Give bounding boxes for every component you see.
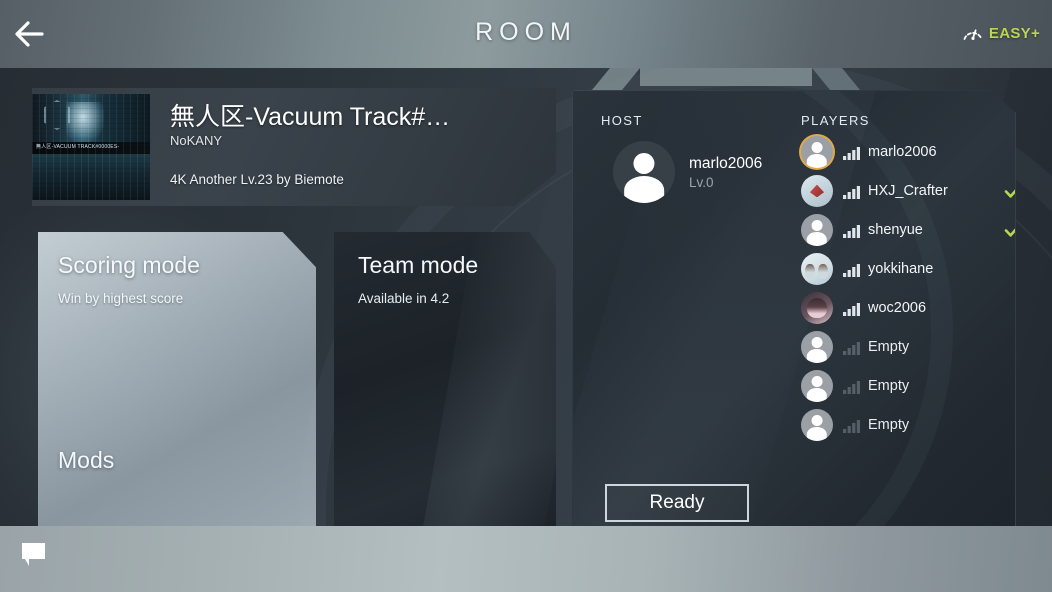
person-head-icon [811,376,823,388]
player-name: HXJ_Crafter [868,183,948,199]
chat-bubble-icon [22,543,45,566]
player-avatar [801,214,833,246]
player-avatar [801,292,833,324]
ready-check-icon [1003,220,1015,240]
signal-strength-icon [843,185,860,199]
signal-strength-icon [843,224,860,238]
scoring-mode-title: Scoring mode [58,252,200,278]
footer-bar [0,526,1052,592]
chat-button[interactable] [20,542,48,568]
player-name: Empty [868,417,910,433]
signal-strength-icon [843,146,860,160]
player-avatar-wrap [801,253,833,285]
album-art-glitch-overlay [32,94,150,200]
person-body-icon [806,348,828,363]
signal-strength-icon [843,263,860,277]
signal-strength-icon [843,380,860,394]
person-head-icon [811,142,823,154]
ready-button[interactable]: Ready [605,484,749,522]
player-avatar [801,253,833,285]
player-row[interactable]: HXJ_Crafter [801,172,1015,210]
player-name: Empty [868,378,910,394]
player-row[interactable]: yokkihane [801,250,1001,288]
host-level: Lv.0 [689,174,714,190]
song-title: 無人区-Vacuum Track#… [170,103,451,131]
difficulty-label: EASY+ [988,24,1040,42]
scoring-mode-panel[interactable]: Scoring mode Win by highest score Mods [38,232,316,552]
ready-check-icon [1003,181,1015,201]
song-artist: NoKANY [170,133,223,148]
room-panel: HOST PLAYERS marlo2006 Lv.0 marlo2006 HXJ… [572,90,1016,545]
player-name: marlo2006 [868,144,937,160]
song-info-panel[interactable]: 無人区-VACUUM TRACK#0000ES- 無人区-Vacuum Trac… [32,88,556,206]
player-signal [843,301,861,316]
difficulty-indicator[interactable]: EASY+ [961,22,1040,44]
player-signal [843,418,861,433]
players-section-label: PLAYERS [801,113,870,128]
player-row[interactable]: shenyue [801,211,1015,249]
signal-strength-icon [843,341,860,355]
player-name: shenyue [868,222,923,238]
signal-strength-icon [843,419,860,433]
player-avatar-wrap [801,136,833,168]
person-body-icon [806,231,828,246]
person-body-icon [806,426,828,441]
song-chart-info: 4K Another Lv.23 by Biemote [170,172,344,187]
host-avatar [613,141,675,203]
song-meta: 無人区-Vacuum Track#… NoKANY 4K Another Lv.… [170,102,540,187]
player-name: woc2006 [868,300,927,316]
speedometer-icon [963,29,983,40]
player-row[interactable]: woc2006 [801,289,1001,327]
person-body-icon [806,153,828,168]
player-row[interactable]: Empty [801,406,1001,444]
signal-strength-icon [843,302,860,316]
person-head-icon [811,415,823,427]
player-signal [843,340,861,355]
player-name: Empty [868,339,910,355]
person-body-icon [624,175,664,203]
host-block[interactable]: marlo2006 Lv.0 [613,141,762,203]
player-avatar [801,136,833,168]
player-avatar-wrap [801,409,833,441]
player-signal [843,262,861,277]
mods-button[interactable]: Mods [58,447,114,474]
team-mode-panel[interactable]: Team mode Available in 4.2 [334,232,556,552]
player-avatar-wrap [801,331,833,363]
player-avatar-wrap [801,214,833,246]
page-title: ROOM [475,18,577,46]
player-signal [843,223,861,238]
player-avatar [801,331,833,363]
header-bar: ROOM EASY+ [0,0,1052,68]
person-head-icon [811,337,823,349]
player-avatar [801,175,833,207]
player-row[interactable]: marlo2006 [801,133,1001,171]
scoring-mode-subtitle: Win by highest score [58,291,184,306]
team-mode-title: Team mode [358,252,479,278]
person-body-icon [806,387,828,402]
player-avatar [801,409,833,441]
host-name: marlo2006 [689,154,763,172]
player-row[interactable]: Empty [801,367,1001,405]
room-screen: ROOM EASY+ 無人区-VACUUM TRACK#0000ES- 無人 [0,0,1052,592]
player-signal [843,379,861,394]
player-name: yokkihane [868,261,934,277]
player-avatar-wrap [801,292,833,324]
host-section-label: HOST [601,113,643,128]
person-head-icon [633,153,655,175]
header-notch-shape [592,68,860,90]
player-signal [843,184,861,199]
player-avatar-wrap [801,370,833,402]
player-row[interactable]: Empty [801,328,1001,366]
album-art: 無人区-VACUUM TRACK#0000ES- [32,94,150,200]
player-signal [843,145,861,160]
team-mode-subtitle: Available in 4.2 [358,291,450,306]
players-list: marlo2006 HXJ_Craftershenyue yokkihane woc2… [801,133,1015,445]
person-head-icon [811,220,823,232]
player-avatar-wrap [801,175,833,207]
player-avatar [801,370,833,402]
